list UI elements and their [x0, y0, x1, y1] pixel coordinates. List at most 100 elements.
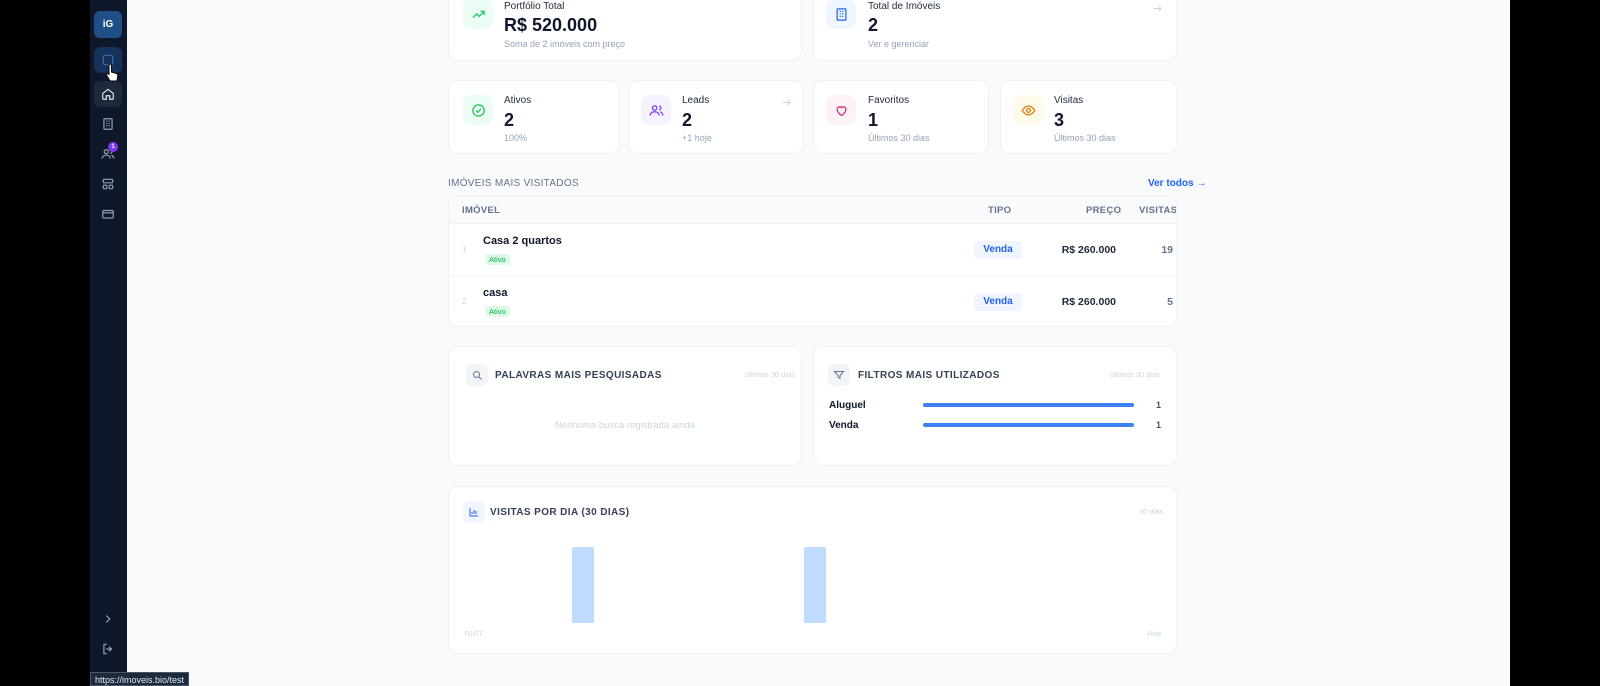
building-icon — [836, 7, 846, 21]
heart-icon — [835, 105, 847, 116]
app-frame: iG 1 https://imoveis.bio/test Portfólio … — [90, 0, 1510, 686]
leads-value: 2 — [682, 110, 693, 130]
property-name: casa — [483, 287, 508, 299]
home-icon — [102, 88, 114, 100]
notification-badge: 1 — [108, 142, 118, 152]
sidebar-item-billing[interactable] — [94, 201, 122, 227]
leads-label: Leads — [682, 95, 710, 106]
table-row[interactable]: 1 Casa 2 quartos Ativo Venda R$ 260.000 … — [449, 224, 1176, 276]
filter-count: 1 — [1156, 400, 1162, 410]
col-visitas: VISITAS — [1139, 205, 1177, 216]
filter-bar-fill — [923, 403, 1134, 407]
property-visits: 19 — [1161, 244, 1173, 256]
total-sub: Ver e gerenciar — [868, 39, 930, 49]
most-visited-title: IMÓVEIS MAIS VISITADOS — [448, 178, 579, 189]
filter-icon-box — [828, 364, 850, 386]
sidebar-item-layout[interactable] — [94, 171, 122, 197]
total-value: 2 — [868, 15, 879, 35]
active-sub: 100% — [504, 133, 528, 143]
type-badge: Venda — [974, 293, 1022, 311]
sidebar-item-properties[interactable] — [94, 111, 122, 137]
visits-card: Visitas 3 Últimos 30 dias — [1000, 80, 1177, 154]
search-icon-box — [466, 364, 488, 386]
chevron-right-icon — [105, 615, 111, 623]
type-badge: Venda — [974, 241, 1022, 259]
trend-icon-box — [463, 0, 493, 29]
col-tipo: TIPO — [988, 205, 1012, 216]
users-icon — [649, 104, 663, 116]
leads-card[interactable]: Leads 2 +1 hoje — [628, 80, 804, 154]
logout-button[interactable] — [94, 636, 122, 662]
bar-chart-icon — [469, 508, 478, 517]
axis-end-label: Hoje — [1147, 631, 1162, 638]
arrow-right-icon: → — [1196, 178, 1207, 189]
row-rank: 1 — [462, 245, 467, 254]
favorites-sub: Últimos 30 dias — [868, 133, 930, 143]
property-price: R$ 260.000 — [1061, 244, 1116, 256]
active-card: Ativos 2 100% — [448, 80, 620, 154]
check-icon-box — [463, 95, 493, 125]
table-row[interactable]: 2 casa Ativo Venda R$ 260.000 5 — [449, 276, 1176, 326]
favorites-value: 1 — [868, 110, 879, 130]
portfolio-label: Portfólio Total — [504, 1, 565, 12]
visits-sub: Últimos 30 dias — [1054, 133, 1116, 143]
portfolio-sub: Soma de 2 imóveis com preço — [504, 39, 626, 49]
chart-icon-box — [463, 501, 485, 523]
portfolio-value: R$ 520.000 — [504, 15, 598, 35]
app-logo[interactable]: iG — [94, 11, 122, 38]
status-bar-url: https://imoveis.bio/test — [90, 672, 190, 686]
logout-icon — [103, 643, 113, 655]
daily-visits-card: VISITAS POR DIA (30 DIAS) 30 dias 01/07 … — [448, 486, 1177, 654]
mouse-cursor-icon — [105, 63, 119, 82]
users-icon-box — [641, 95, 671, 125]
sidebar-item-home[interactable] — [94, 81, 122, 107]
eye-icon-box — [1013, 95, 1043, 125]
see-all-link[interactable]: Ver todos → — [1148, 178, 1206, 189]
filter-bar-track — [923, 403, 1134, 407]
total-properties-card[interactable]: Total de Imóveis 2 Ver e gerenciar — [813, 0, 1177, 61]
sidebar-expand-button[interactable] — [94, 606, 122, 632]
status-badge: Ativo — [485, 306, 510, 317]
top-searches-card: PALAVRAS MAIS PESQUISADAS últimos 30 dia… — [448, 346, 802, 466]
bars-area — [465, 541, 1162, 623]
property-visits: 5 — [1167, 296, 1173, 308]
daily-visits-title: VISITAS POR DIA (30 DIAS) — [490, 507, 630, 518]
filter-icon — [833, 371, 845, 380]
sidebar: iG 1 — [90, 0, 127, 686]
visits-value: 3 — [1054, 110, 1065, 130]
status-badge: Ativo — [485, 254, 510, 265]
building-icon-box — [826, 0, 856, 29]
favorites-label: Favoritos — [868, 95, 910, 106]
check-circle-icon — [471, 103, 485, 117]
row-rank: 2 — [462, 297, 467, 306]
credit-card-icon — [102, 209, 114, 219]
eye-icon — [1021, 104, 1035, 116]
visit-bar[interactable] — [571, 547, 594, 623]
filter-label: Aluguel — [829, 400, 866, 411]
visit-bar[interactable] — [804, 547, 827, 623]
sidebar-item-leads[interactable]: 1 — [94, 141, 122, 167]
searches-title: PALAVRAS MAIS PESQUISADAS — [495, 370, 662, 381]
daily-visits-period: 30 dias — [1139, 507, 1164, 516]
building-icon — [103, 118, 113, 130]
leads-sub: +1 hoje — [682, 133, 712, 143]
top-filters-card: FILTROS MAIS UTILIZADOS últimos 30 dias … — [813, 346, 1177, 466]
heart-icon-box — [826, 95, 856, 125]
portfolio-card: Portfólio Total R$ 520.000 Soma de 2 imó… — [448, 0, 802, 61]
active-value: 2 — [504, 110, 515, 130]
arrow-right-icon — [1153, 5, 1162, 12]
filters-period: últimos 30 dias — [1110, 370, 1161, 379]
table-header: IMÓVEL TIPO PREÇO VISITAS — [449, 196, 1176, 224]
most-visited-table: IMÓVEL TIPO PREÇO VISITAS 1 Casa 2 quart… — [448, 195, 1177, 327]
filter-label: Venda — [829, 420, 859, 431]
total-label: Total de Imóveis — [868, 1, 941, 12]
see-all-label: Ver todos — [1148, 178, 1194, 189]
favorites-card: Favoritos 1 Últimos 30 dias — [813, 80, 989, 154]
col-preco: PREÇO — [1086, 205, 1122, 216]
filters-title: FILTROS MAIS UTILIZADOS — [858, 370, 1000, 381]
property-name: Casa 2 quartos — [483, 235, 562, 247]
arrow-right-icon — [782, 99, 791, 106]
filter-bar-fill — [923, 423, 1134, 427]
axis-start-label: 01/07 — [465, 631, 483, 638]
search-icon — [473, 371, 482, 380]
